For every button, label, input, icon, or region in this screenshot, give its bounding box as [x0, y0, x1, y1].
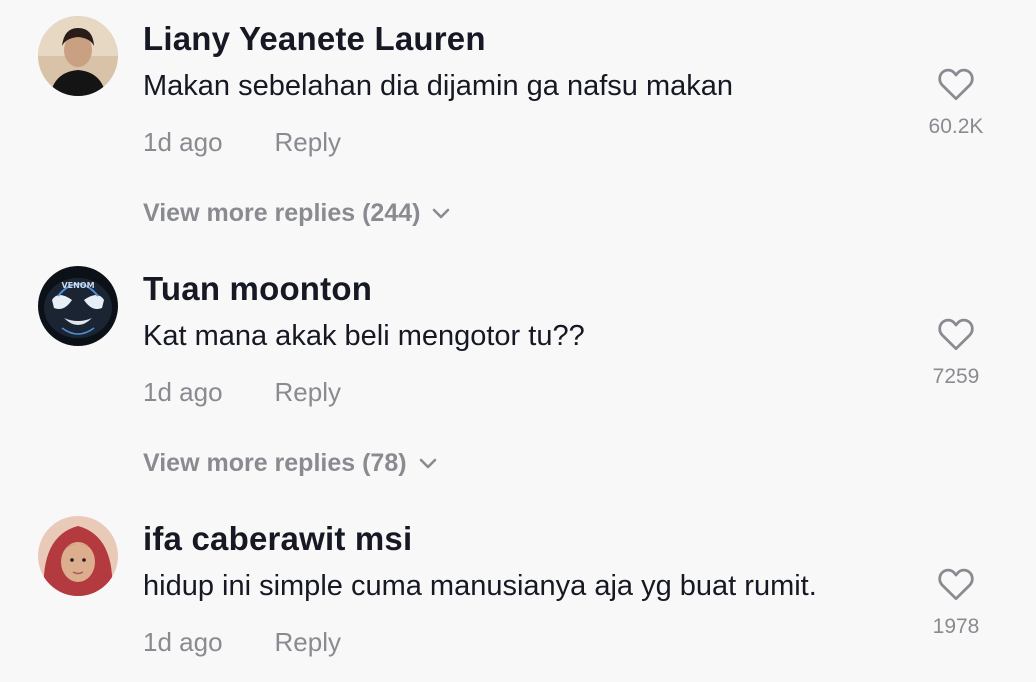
heart-outline-icon[interactable] [937, 317, 975, 351]
like-control[interactable]: 7259 [916, 317, 996, 389]
reply-button[interactable]: Reply [275, 377, 341, 407]
heart-outline-icon[interactable] [937, 567, 975, 601]
like-control[interactable]: 60.2K [916, 67, 996, 139]
like-control[interactable]: 1978 [916, 567, 996, 639]
comment-meta: 1d ago Reply [143, 127, 341, 158]
comment-username[interactable]: ifa caberawit msi [143, 520, 412, 558]
comment-text: Makan sebelahan dia dijamin ga nafsu mak… [143, 70, 734, 102]
comment-text: Kat mana akak beli mengotor tu?? [143, 320, 585, 352]
comment-username[interactable]: Liany Yeanete Lauren [143, 20, 486, 58]
like-count: 1978 [932, 615, 980, 638]
avatar[interactable] [38, 516, 118, 596]
like-count: 60.2K [928, 115, 984, 138]
comment-time: 1d ago [143, 377, 223, 407]
comment-username[interactable]: Tuan moonton [143, 270, 372, 308]
view-more-replies-label[interactable]: View more replies (244) [143, 199, 420, 227]
comment-meta: 1d ago Reply [143, 627, 341, 658]
avatar-image [38, 16, 118, 96]
heart-outline-icon[interactable] [937, 67, 975, 101]
avatar-image: VENOM [38, 266, 118, 346]
avatar[interactable] [38, 16, 118, 96]
view-more-replies[interactable]: View more replies (78) [143, 449, 437, 478]
chevron-down-icon[interactable] [419, 458, 437, 470]
reply-button[interactable]: Reply [275, 627, 341, 657]
comment-meta: 1d ago Reply [143, 377, 341, 408]
avatar[interactable]: VENOM [38, 266, 118, 346]
view-more-replies-label[interactable]: View more replies (78) [143, 449, 407, 477]
comment-time: 1d ago [143, 127, 223, 157]
chevron-down-icon[interactable] [432, 208, 450, 220]
comment-time: 1d ago [143, 627, 223, 657]
reply-button[interactable]: Reply [275, 127, 341, 157]
like-count: 7259 [932, 365, 980, 388]
view-more-replies[interactable]: View more replies (244) [143, 199, 450, 228]
comment-text: hidup ini simple cuma manusianya aja yg … [143, 570, 817, 602]
svg-text:VENOM: VENOM [61, 281, 94, 290]
avatar-image [38, 516, 118, 596]
